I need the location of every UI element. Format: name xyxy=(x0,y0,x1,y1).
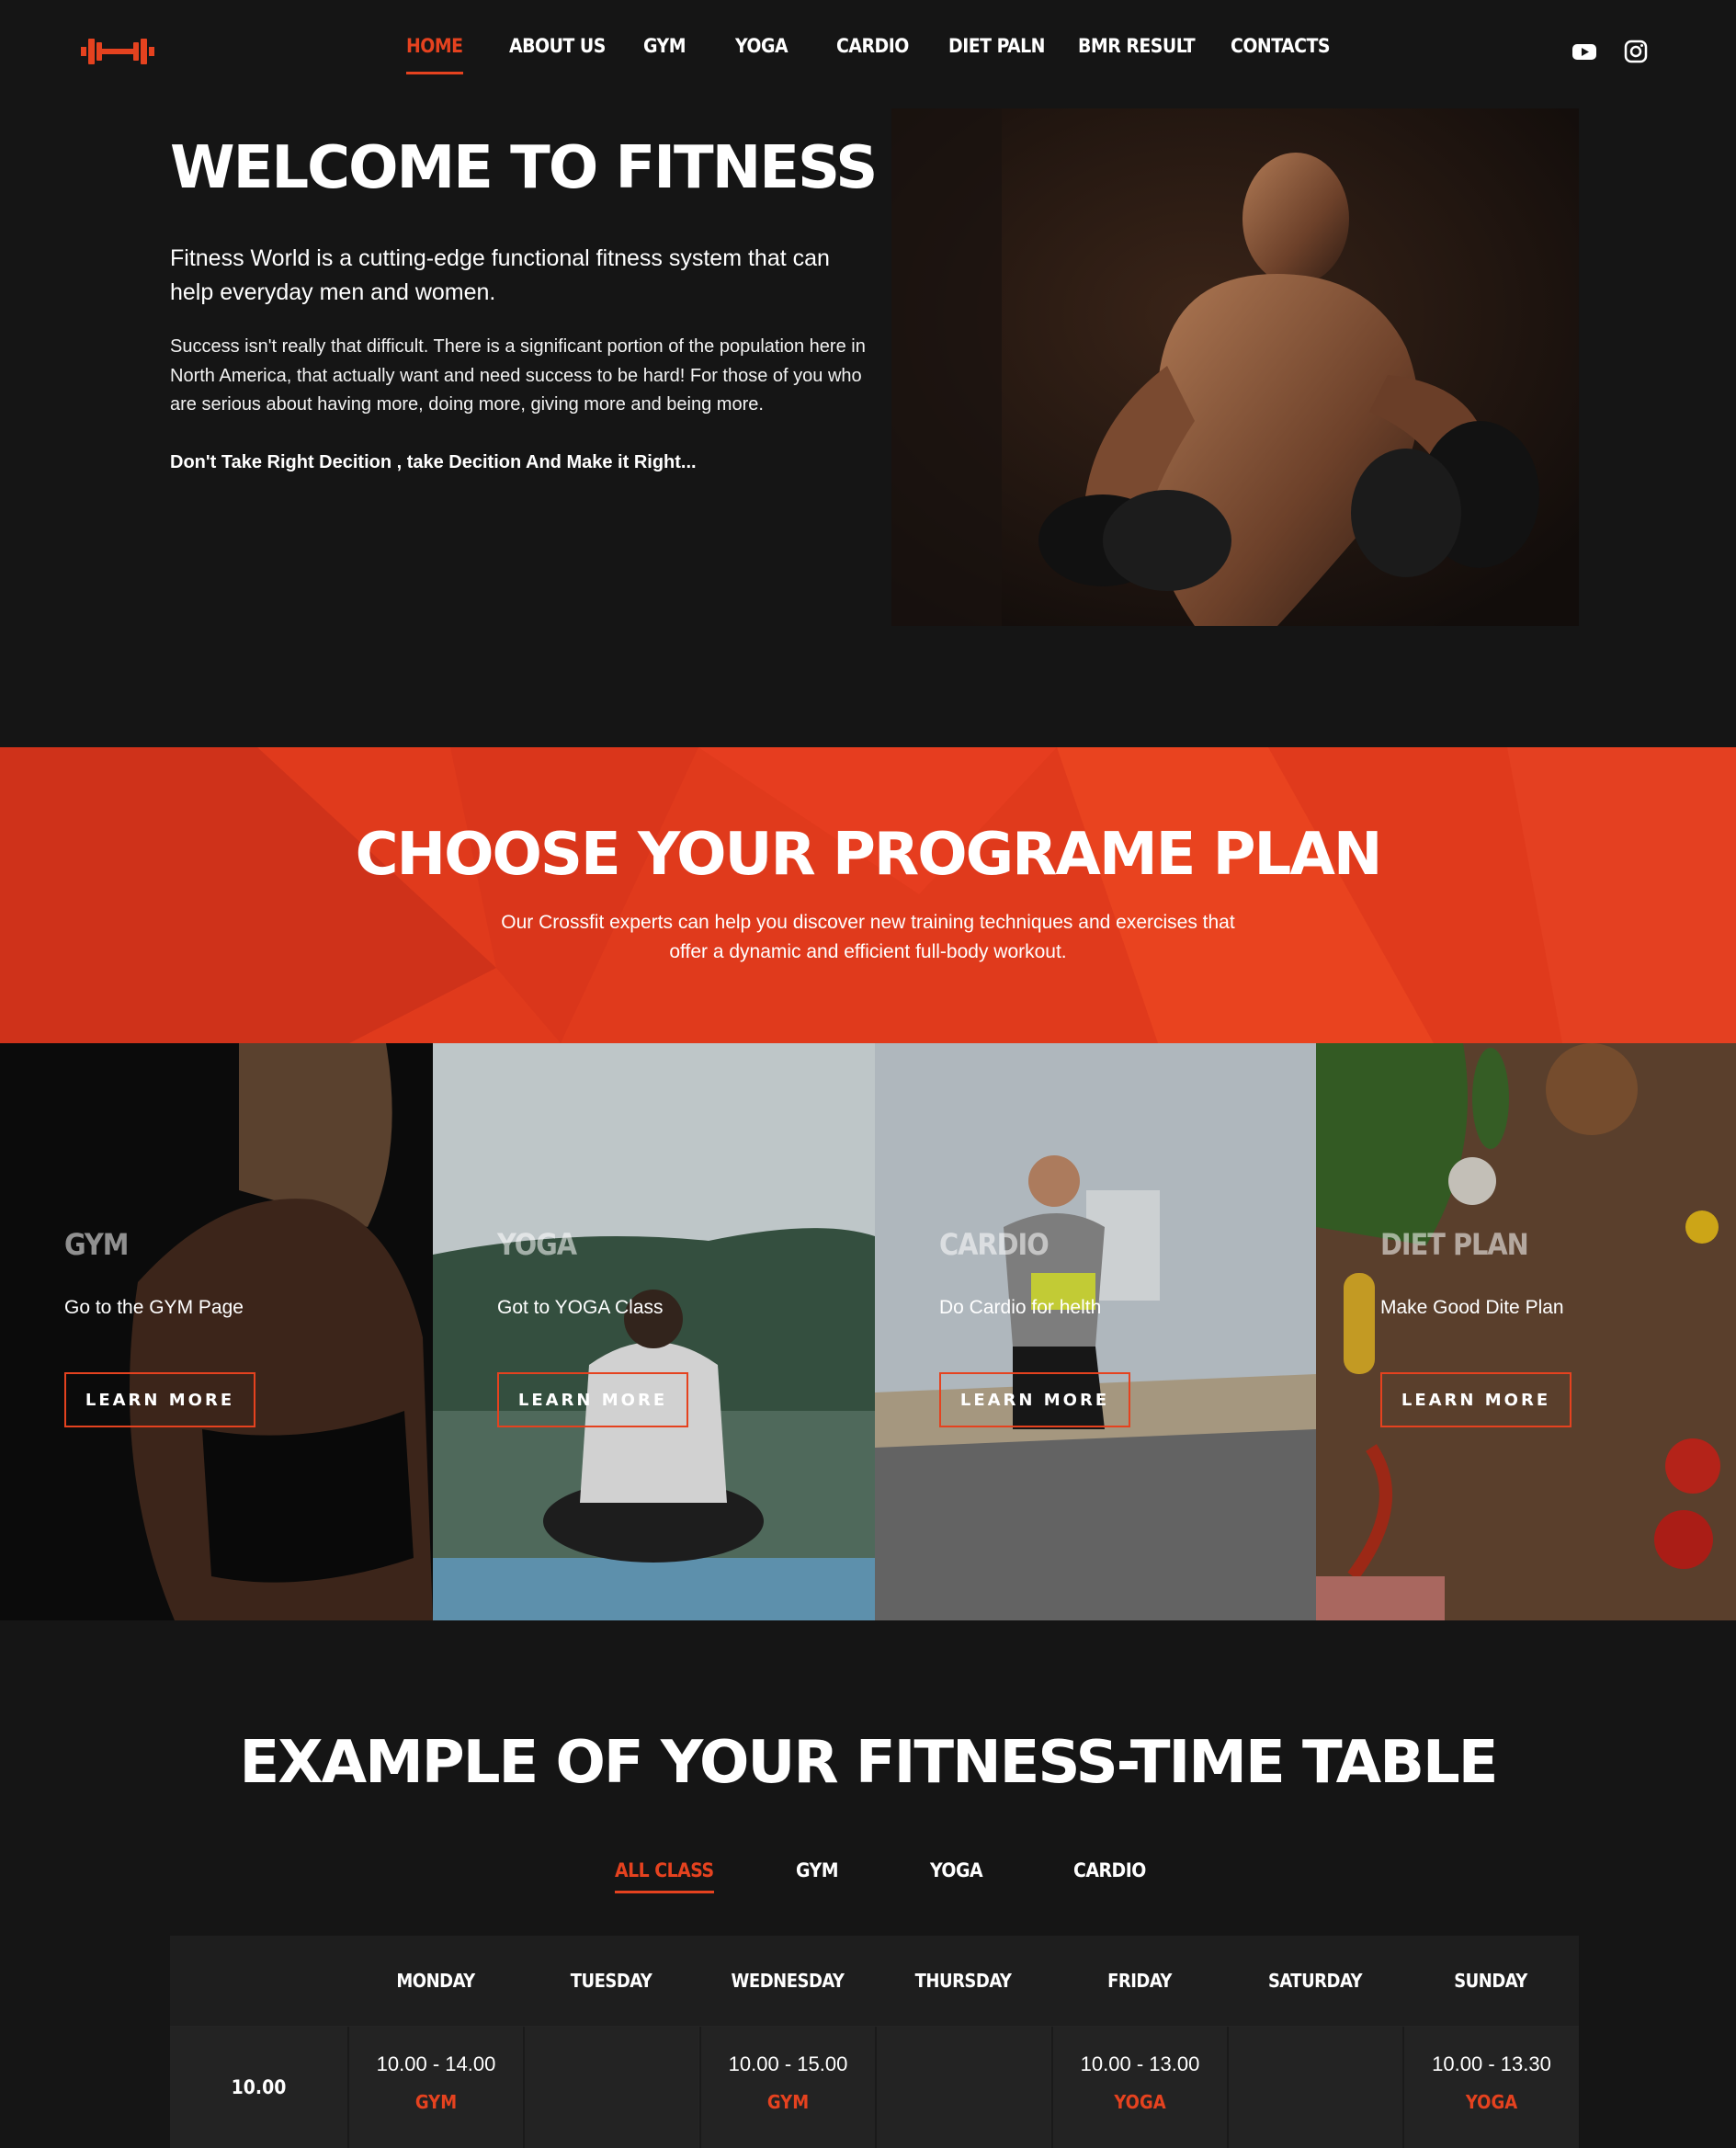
class-slot[interactable]: 10.00 - 15.00 GYM xyxy=(699,2027,875,2148)
nav-diet-plan[interactable]: DIET PALN xyxy=(948,35,1045,57)
nav-bmr-result[interactable]: BMR RESULT xyxy=(1078,35,1196,57)
slot-class: GYM xyxy=(414,2091,458,2113)
tab-yoga[interactable]: YOGA xyxy=(930,1859,983,1881)
slot-class: YOGA xyxy=(1465,2091,1518,2113)
gym-learn-more-button[interactable]: LEARN MORE xyxy=(64,1372,255,1427)
empty-slot xyxy=(875,2027,1050,2148)
card-title: YOGA xyxy=(497,1227,577,1262)
tab-gym[interactable]: GYM xyxy=(796,1859,839,1881)
nav-cardio[interactable]: CARDIO xyxy=(836,35,909,57)
tab-all-class[interactable]: ALL CLASS xyxy=(615,1859,714,1893)
slot-time: 10.00 - 14.00 xyxy=(376,2052,496,2075)
card-text: Do Cardio for helth xyxy=(939,1297,1102,1318)
class-slot[interactable]: 10.00 - 13.00 YOGA xyxy=(1051,2027,1227,2148)
timetable-title: EXAMPLE OF YOUR FITNESS-TIME TABLE xyxy=(0,1728,1736,1797)
nav-about-us[interactable]: ABOUT US xyxy=(509,35,606,57)
yoga-learn-more-button[interactable]: LEARN MORE xyxy=(497,1372,688,1427)
card-title: DIET PLAN xyxy=(1380,1227,1529,1262)
day-header: THURSDAY xyxy=(914,1970,1012,1992)
hero-lead: Fitness World is a cutting-edge function… xyxy=(170,245,830,305)
hero-bodybuilder-image xyxy=(891,108,1579,626)
card-text: Make Good Dite Plan xyxy=(1380,1297,1564,1318)
program-banner xyxy=(0,747,1736,1043)
slot-time: 10.00 - 13.00 xyxy=(1080,2052,1200,2075)
card-text: Go to the GYM Page xyxy=(64,1297,244,1318)
dumbbell-logo-icon[interactable] xyxy=(81,33,154,70)
diet-learn-more-button[interactable]: LEARN MORE xyxy=(1380,1372,1571,1427)
day-header: SATURDAY xyxy=(1267,1970,1363,1992)
class-slot[interactable]: 10.00 - 14.00 GYM xyxy=(347,2027,523,2148)
timetable-title-text: EXAMPLE OF YOUR FITNESS-TIME TABLE xyxy=(239,1729,1499,1797)
empty-slot xyxy=(523,2027,698,2148)
program-title: CHOOSE YOUR PROGRAME PLAN xyxy=(0,820,1736,889)
slot-time: 10.00 - 15.00 xyxy=(728,2052,848,2075)
class-slot[interactable]: 10.00 - 13.30 YOGA xyxy=(1402,2027,1579,2148)
hero-text: Success isn't really that difficult. The… xyxy=(170,336,866,415)
program-card-yoga: YOGA Got to YOGA Class LEARN MORE xyxy=(433,1043,875,1620)
tab-cardio[interactable]: CARDIO xyxy=(1073,1859,1146,1881)
program-card-cardio: CARDIO Do Cardio for helth LEARN MORE xyxy=(875,1043,1316,1620)
instagram-icon[interactable] xyxy=(1623,39,1649,64)
slot-class: YOGA xyxy=(1114,2091,1166,2113)
day-header: FRIDAY xyxy=(1107,1970,1172,1992)
site-header: HOME ABOUT US GYM YOGA CARDIO DIET PALN … xyxy=(0,0,1736,107)
slot-class: GYM xyxy=(766,2091,810,2113)
nav-home[interactable]: HOME xyxy=(406,35,463,74)
cardio-learn-more-button[interactable]: LEARN MORE xyxy=(939,1372,1130,1427)
day-header: MONDAY xyxy=(396,1970,475,1992)
day-header: TUESDAY xyxy=(570,1970,652,1992)
hero-motto: Don't Take Right Decition , take Decitio… xyxy=(170,452,697,472)
program-card-gym: GYM Go to the GYM Page LEARN MORE xyxy=(0,1043,433,1620)
nav-contacts[interactable]: CONTACTS xyxy=(1231,35,1330,57)
day-header: WEDNESDAY xyxy=(731,1970,845,1992)
slot-time: 10.00 - 13.30 xyxy=(1432,2052,1551,2075)
program-text: Our Crossfit experts can help you discov… xyxy=(501,912,1235,962)
row-time: 10.00 xyxy=(170,2027,347,2148)
youtube-icon[interactable] xyxy=(1571,39,1597,64)
nav-yoga[interactable]: YOGA xyxy=(735,35,789,57)
timetable: MONDAY TUESDAY WEDNESDAY THURSDAY FRIDAY… xyxy=(170,1936,1579,2148)
timetable-tabs: ALL CLASS GYM YOGA CARDIO xyxy=(0,1859,1736,1896)
card-text: Got to YOGA Class xyxy=(497,1297,664,1318)
day-header: SUNDAY xyxy=(1454,1970,1527,1992)
card-title: GYM xyxy=(64,1227,129,1262)
table-row: 10.00 10.00 - 14.00 GYM 10.00 - 15.00 GY… xyxy=(170,2027,1579,2148)
empty-slot xyxy=(1227,2027,1402,2148)
nav-gym[interactable]: GYM xyxy=(643,35,686,57)
program-card-diet: DIET PLAN Make Good Dite Plan LEARN MORE xyxy=(1316,1043,1736,1620)
card-title: CARDIO xyxy=(939,1227,1050,1262)
timetable-header: MONDAY TUESDAY WEDNESDAY THURSDAY FRIDAY… xyxy=(170,1936,1579,2026)
program-title-text: CHOOSE YOUR PROGRAME PLAN xyxy=(355,821,1383,889)
